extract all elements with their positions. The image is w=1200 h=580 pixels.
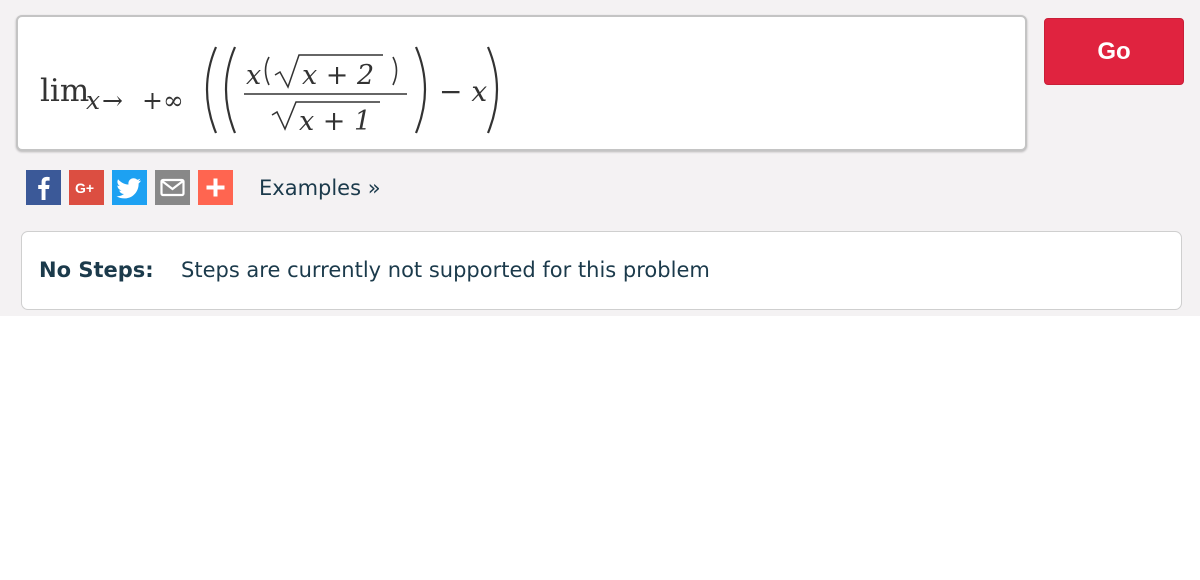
- math-input-field[interactable]: lim x → +∞ x x + 2 x + 1 − x: [16, 15, 1027, 151]
- numerator-sqrt-content: x + 2: [302, 60, 374, 91]
- solver-panel: lim x → +∞ x x + 2 x + 1 − x Go G+ Examp…: [0, 0, 1200, 316]
- facebook-icon: [38, 176, 50, 200]
- math-expression: lim x → +∞ x x + 2 x + 1 − x: [40, 46, 499, 137]
- more-share-button[interactable]: [198, 169, 233, 205]
- go-button[interactable]: Go: [1044, 18, 1184, 85]
- share-bar: G+: [26, 169, 241, 205]
- minus-x-term: − x: [439, 75, 487, 108]
- limit-variable: x: [86, 86, 100, 115]
- twitter-share-button[interactable]: [112, 169, 147, 205]
- steps-message: Steps are currently not supported for th…: [181, 258, 710, 282]
- denominator-sqrt-content: x + 1: [299, 106, 371, 137]
- svg-text:G+: G+: [75, 180, 94, 196]
- email-share-button[interactable]: [155, 169, 190, 205]
- plus-icon: [206, 178, 225, 196]
- lim-operator: lim: [40, 73, 89, 109]
- google-plus-icon: G+: [75, 180, 94, 196]
- steps-label: No Steps:: [39, 258, 154, 282]
- limit-target: +∞: [142, 86, 184, 115]
- limit-arrow: →: [102, 86, 123, 115]
- google-plus-share-button[interactable]: G+: [69, 169, 104, 205]
- steps-notice: No Steps: Steps are currently not suppor…: [21, 231, 1182, 310]
- numerator-variable: x: [246, 60, 261, 91]
- inner-right-paren: [414, 46, 427, 134]
- numerator-right-paren: [392, 56, 398, 86]
- numerator-left-paren: [264, 56, 270, 86]
- email-icon: [160, 178, 185, 196]
- inner-left-paren: [224, 46, 237, 134]
- examples-link[interactable]: Examples »: [259, 174, 381, 202]
- outer-left-paren: [205, 46, 218, 134]
- facebook-share-button[interactable]: [26, 169, 61, 205]
- outer-right-paren: [486, 46, 499, 134]
- twitter-icon: [116, 177, 141, 198]
